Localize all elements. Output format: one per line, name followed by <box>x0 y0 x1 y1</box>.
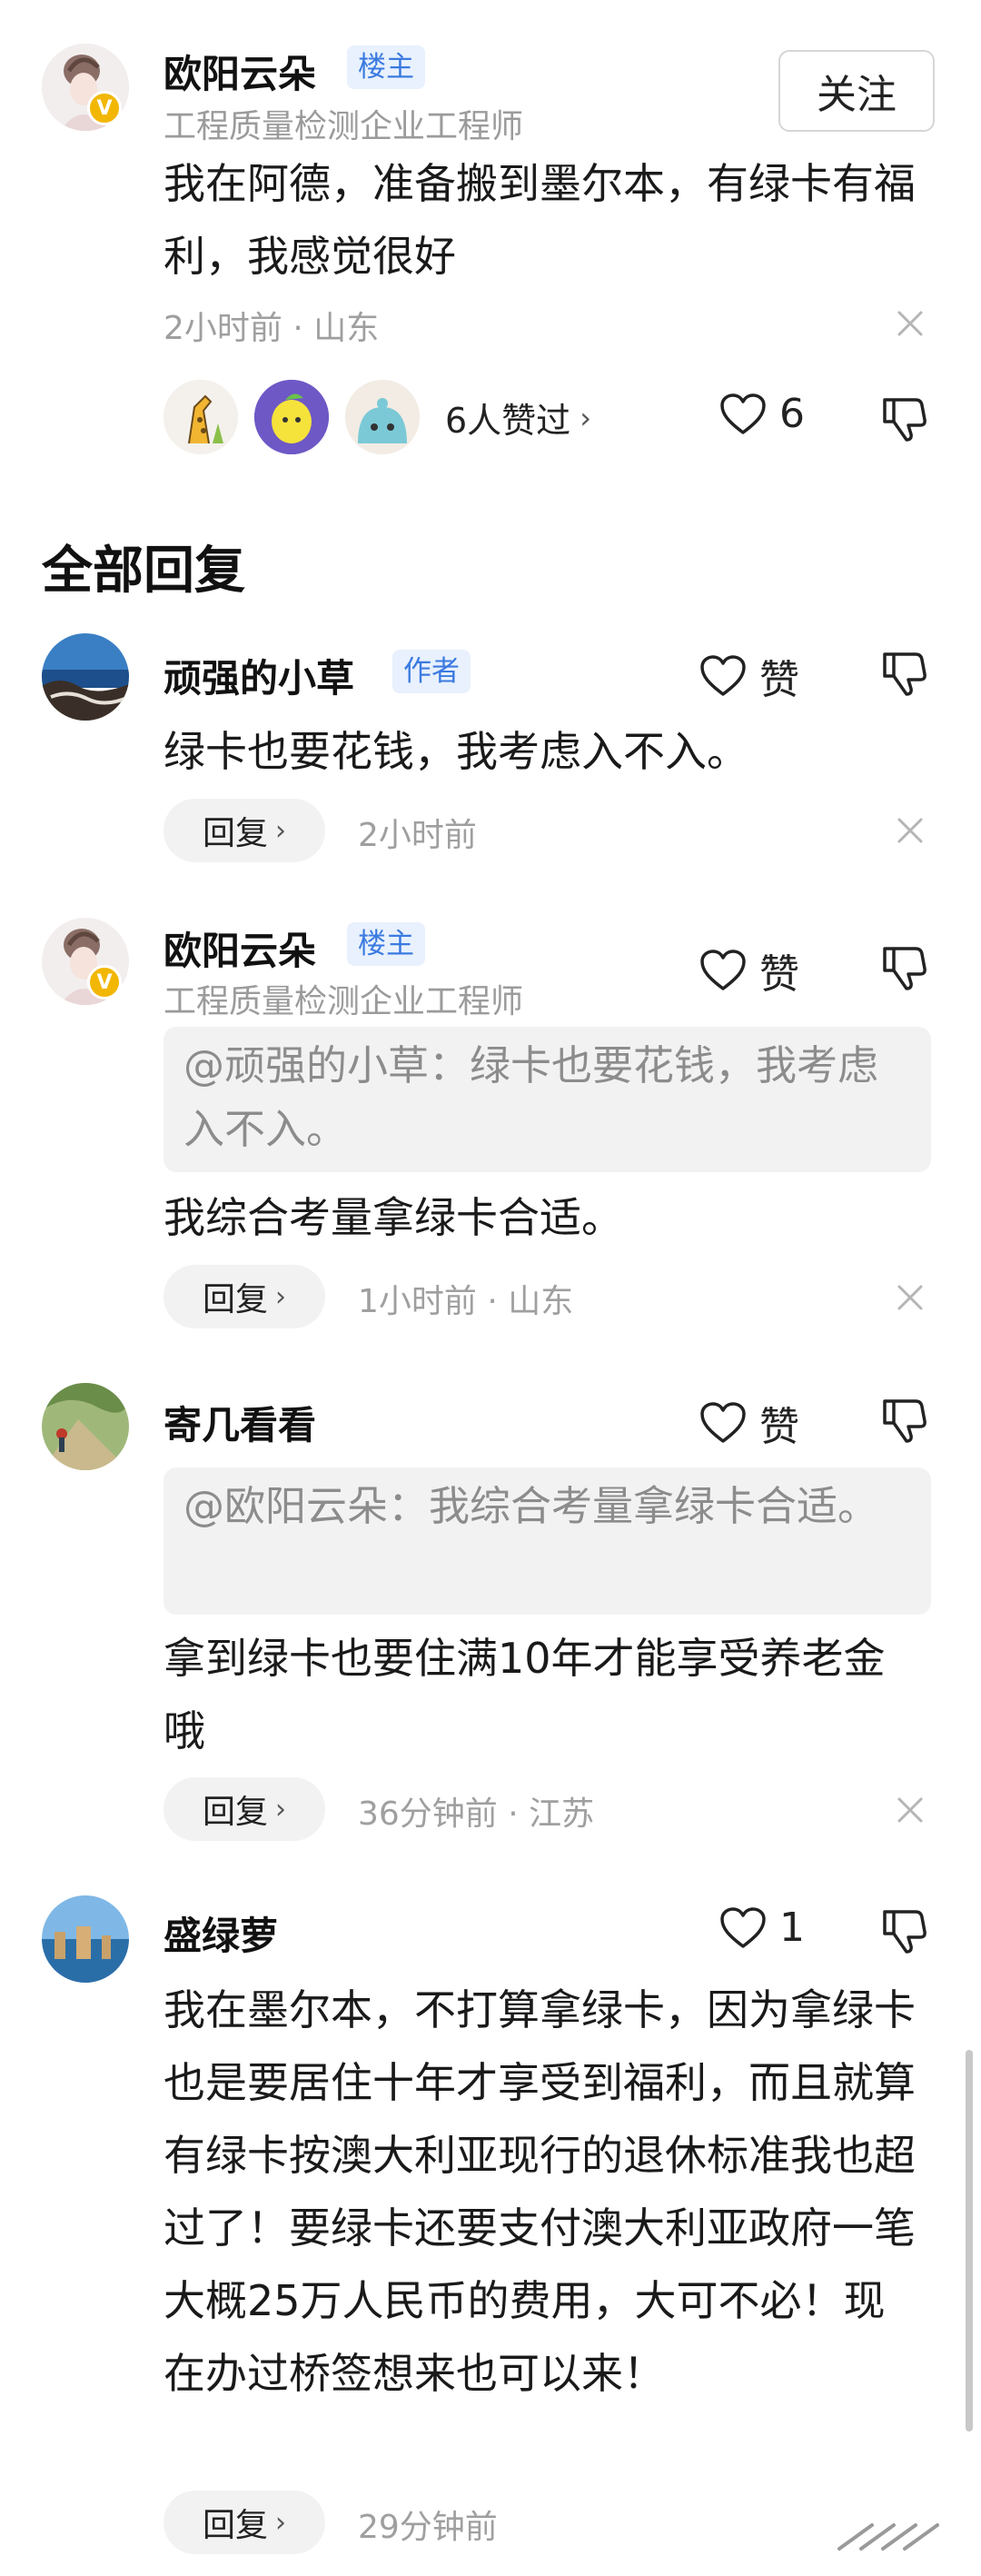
reply-2-quote[interactable]: @顽强的小草：绿卡也要花钱，我考虑入不入。 <box>164 1027 931 1172</box>
reply-4-content: 我在墨尔本，不打算拿绿卡，因为拿绿卡也是要居住十年才享受到福利，而且就算有绿卡按… <box>164 1985 916 2398</box>
reply-2-like-label: 赞 <box>759 951 799 998</box>
reply-4-like-count: 1 <box>779 1905 805 1951</box>
chevron-right-icon: › <box>275 1793 286 1825</box>
reply-2-like-button[interactable]: 赞 <box>699 941 799 1000</box>
op-subtitle: 工程质量检测企业工程师 <box>164 108 524 145</box>
liker-avatar-giraffe[interactable] <box>164 380 238 454</box>
close-icon[interactable] <box>892 1792 928 1828</box>
reply-2-time: 1小时前 · 山东 <box>358 1283 574 1320</box>
chevron-right-icon: › <box>275 814 286 847</box>
reply-1-like-button[interactable]: 赞 <box>699 647 799 705</box>
op-like-count: 6 <box>779 391 805 437</box>
reply-1-like-label: 赞 <box>759 657 799 703</box>
chevron-right-icon: › <box>275 2506 286 2539</box>
reply-2-reply-button[interactable]: 回复 › <box>164 1265 325 1328</box>
dislike-thumb-icon[interactable] <box>879 1906 928 1955</box>
liker-avatar-blob[interactable] <box>345 380 420 454</box>
heart-icon <box>720 1906 766 1948</box>
reply-1-author[interactable]: 顽强的小草 <box>164 648 354 703</box>
reply-3-reply-button[interactable]: 回复 › <box>164 1777 325 1841</box>
close-icon[interactable] <box>892 1279 928 1316</box>
chevron-right-icon: › <box>275 1280 286 1313</box>
reply-3-like-label: 赞 <box>759 1404 799 1450</box>
reply-2-subtitle: 工程质量检测企业工程师 <box>164 983 524 1020</box>
reply-3-content: 拿到绿卡也要住满10年才能享受养老金哦 <box>164 1634 886 1755</box>
dislike-thumb-icon[interactable] <box>879 1396 928 1445</box>
reply-4-like-button[interactable]: 1 <box>719 1905 805 1951</box>
reply-2-content: 我综合考量拿绿卡合适。 <box>164 1193 623 1242</box>
follow-button[interactable]: 关注 <box>778 50 935 132</box>
close-icon[interactable] <box>892 305 928 342</box>
chevron-right-icon: › <box>580 400 591 435</box>
heart-icon <box>700 655 746 696</box>
reply-4-author[interactable]: 盛绿萝 <box>164 1905 278 1961</box>
close-icon[interactable] <box>892 812 928 849</box>
reply-label: 回复 <box>202 2507 268 2544</box>
dislike-thumb-icon[interactable] <box>879 943 928 992</box>
op-like-button[interactable]: 6 <box>719 391 805 437</box>
op-badge: 楼主 <box>347 45 425 89</box>
reply-label: 回复 <box>202 1281 268 1318</box>
likers-label: 6人赞过 <box>445 401 571 441</box>
op-author-name[interactable]: 欧阳云朵 <box>164 44 316 99</box>
op-meta: 2小时前 · 山东 <box>164 310 380 347</box>
heart-icon <box>700 950 746 990</box>
reply-3-quote[interactable]: @欧阳云朵：我综合考量拿绿卡合适。 <box>164 1467 931 1615</box>
scrollbar[interactable] <box>966 2050 973 2432</box>
heart-icon <box>700 1402 746 1443</box>
dislike-thumb-icon[interactable] <box>879 394 928 443</box>
dislike-thumb-icon[interactable] <box>879 649 928 698</box>
avatar-reply-3[interactable] <box>42 1383 129 1470</box>
section-title-all-replies: 全部回复 <box>42 542 245 601</box>
heart-icon <box>720 393 766 434</box>
avatar-reply-1[interactable] <box>42 633 129 721</box>
liker-avatar-lemon[interactable] <box>254 380 329 454</box>
verified-v-icon: V <box>87 91 122 125</box>
reply-2-badge: 楼主 <box>347 922 425 966</box>
reply-label: 回复 <box>202 815 268 852</box>
reply-3-author[interactable]: 寄几看看 <box>164 1395 316 1450</box>
reply-1-content: 绿卡也要花钱，我考虑入不入。 <box>164 727 748 776</box>
gesture-indicator-icon <box>837 2523 939 2551</box>
op-content: 我在阿德，准备搬到墨尔本，有绿卡有福利，我感觉很好 <box>164 159 916 281</box>
reply-label: 回复 <box>202 1794 268 1831</box>
avatar-reply-4[interactable] <box>42 1895 129 1983</box>
reply-4-time: 29分钟前 <box>358 2509 498 2546</box>
reply-1-badge: 作者 <box>392 650 471 693</box>
reply-3-like-button[interactable]: 赞 <box>699 1394 799 1452</box>
reply-3-time: 36分钟前 · 江苏 <box>358 1795 595 1833</box>
reply-1-time: 2小时前 <box>358 817 477 854</box>
likers-summary-link[interactable]: 6人赞过 › <box>445 393 591 443</box>
reply-2-author[interactable]: 欧阳云朵 <box>164 920 316 976</box>
verified-v-icon: V <box>87 965 122 1000</box>
reply-4-reply-button[interactable]: 回复 › <box>164 2491 325 2554</box>
reply-1-reply-button[interactable]: 回复 › <box>164 799 325 862</box>
